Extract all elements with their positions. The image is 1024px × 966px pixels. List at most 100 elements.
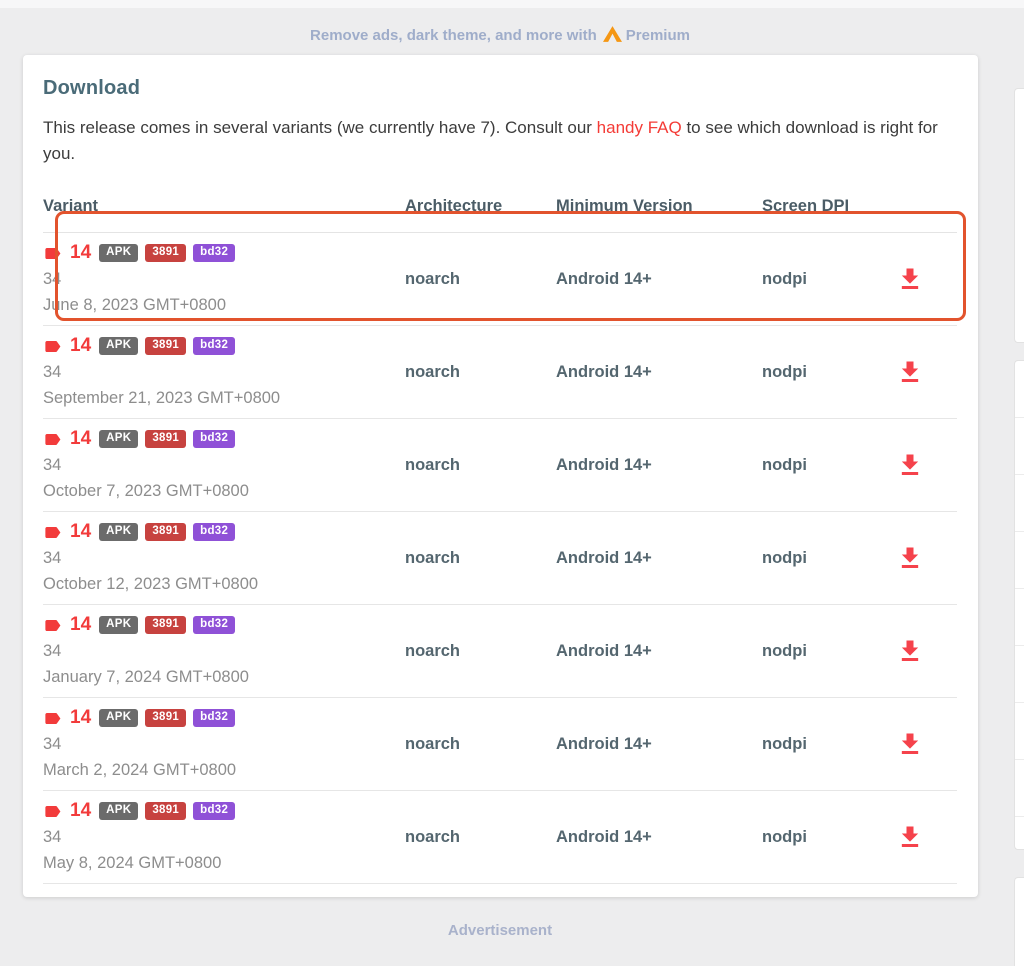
intro-before: This release comes in several variants (… — [43, 118, 597, 137]
minimum-version-value: Android 14+ — [556, 456, 762, 475]
variant-cell: 14 APK 3891 bd32 34 October 7, 2023 GMT+… — [43, 419, 405, 511]
badge-line: 14 APK 3891 bd32 — [43, 705, 405, 731]
architecture-value: noarch — [405, 363, 556, 382]
table-row: 14 APK 3891 bd32 34 September 21, 2023 G… — [43, 326, 957, 419]
build-number-badge: 3891 — [145, 523, 186, 542]
top-strip — [0, 0, 1024, 8]
architecture-value: noarch — [405, 735, 556, 754]
architecture-value: noarch — [405, 549, 556, 568]
download-cell — [896, 544, 957, 572]
build-number-badge: 3891 — [145, 802, 186, 821]
table-row: 14 APK 3891 bd32 34 October 12, 2023 GMT… — [43, 512, 957, 605]
apk-type-badge: APK — [99, 523, 138, 542]
download-card: Download This release comes in several v… — [23, 55, 978, 897]
build-number-badge: 3891 — [145, 616, 186, 635]
architecture-value: noarch — [405, 270, 556, 289]
table-header-row: Variant Architecture Minimum Version Scr… — [43, 197, 957, 233]
variant-cell: 14 APK 3891 bd32 34 October 12, 2023 GMT… — [43, 512, 405, 604]
download-cell — [896, 823, 957, 851]
api-level: 34 — [43, 638, 405, 664]
tag-icon — [43, 802, 62, 821]
hash-badge: bd32 — [193, 244, 235, 263]
architecture-value: noarch — [405, 828, 556, 847]
release-date: March 2, 2024 GMT+0800 — [43, 757, 405, 783]
api-level: 34 — [43, 359, 405, 385]
download-button[interactable] — [896, 823, 924, 851]
table-row: 14 APK 3891 bd32 34 March 2, 2024 GMT+08… — [43, 698, 957, 791]
right-edge-card-bottom — [1014, 877, 1024, 966]
download-button[interactable] — [896, 358, 924, 386]
release-date: January 7, 2024 GMT+0800 — [43, 664, 405, 690]
apk-type-badge: APK — [99, 337, 138, 356]
hash-badge: bd32 — [193, 709, 235, 728]
api-level: 34 — [43, 731, 405, 757]
apk-type-badge: APK — [99, 244, 138, 263]
screen-dpi-value: nodpi — [762, 456, 896, 475]
premium-banner-brand: Premium — [626, 27, 690, 44]
variant-version-link[interactable]: 14 — [70, 335, 91, 357]
build-number-badge: 3891 — [145, 337, 186, 356]
minimum-version-value: Android 14+ — [556, 549, 762, 568]
variant-version-link[interactable]: 14 — [70, 707, 91, 729]
minimum-version-value: Android 14+ — [556, 642, 762, 661]
screen-dpi-value: nodpi — [762, 828, 896, 847]
apk-type-badge: APK — [99, 802, 138, 821]
variant-cell: 14 APK 3891 bd32 34 June 8, 2023 GMT+080… — [43, 233, 405, 325]
screen-dpi-value: nodpi — [762, 363, 896, 382]
release-date: October 7, 2023 GMT+0800 — [43, 478, 405, 504]
variant-version-link[interactable]: 14 — [70, 614, 91, 636]
download-cell — [896, 730, 957, 758]
download-button[interactable] — [896, 544, 924, 572]
hash-badge: bd32 — [193, 430, 235, 449]
architecture-value: noarch — [405, 642, 556, 661]
variant-version-link[interactable]: 14 — [70, 242, 91, 264]
minimum-version-value: Android 14+ — [556, 735, 762, 754]
intro-text: This release comes in several variants (… — [43, 115, 948, 167]
download-button[interactable] — [896, 730, 924, 758]
badge-line: 14 APK 3891 bd32 — [43, 333, 405, 359]
variant-version-link[interactable]: 14 — [70, 800, 91, 822]
tag-icon — [43, 616, 62, 635]
release-date: June 8, 2023 GMT+0800 — [43, 292, 405, 318]
minimum-version-value: Android 14+ — [556, 828, 762, 847]
api-level: 34 — [43, 266, 405, 292]
badge-line: 14 APK 3891 bd32 — [43, 612, 405, 638]
build-number-badge: 3891 — [145, 709, 186, 728]
table-row: 14 APK 3891 bd32 34 October 7, 2023 GMT+… — [43, 419, 957, 512]
download-cell — [896, 265, 957, 293]
premium-banner-text: Remove ads, dark theme, and more with — [310, 27, 597, 44]
hash-badge: bd32 — [193, 337, 235, 356]
variant-version-link[interactable]: 14 — [70, 521, 91, 543]
tag-icon — [43, 244, 62, 263]
variant-version-link[interactable]: 14 — [70, 428, 91, 450]
download-button[interactable] — [896, 265, 924, 293]
premium-banner-link[interactable]: Remove ads, dark theme, and more with Pre… — [0, 26, 1000, 46]
apk-type-badge: APK — [99, 430, 138, 449]
badge-line: 14 APK 3891 bd32 — [43, 519, 405, 545]
variant-cell: 14 APK 3891 bd32 34 January 7, 2024 GMT+… — [43, 605, 405, 697]
table-row: 14 APK 3891 bd32 34 January 7, 2024 GMT+… — [43, 605, 957, 698]
build-number-badge: 3891 — [145, 244, 186, 263]
faq-link[interactable]: handy FAQ — [597, 118, 682, 137]
build-number-badge: 3891 — [145, 430, 186, 449]
advertisement-label: Advertisement — [0, 922, 1000, 939]
apkmirror-logo-icon — [603, 26, 622, 46]
header-variant: Variant — [43, 197, 405, 216]
tag-icon — [43, 430, 62, 449]
download-cell — [896, 358, 957, 386]
download-button[interactable] — [896, 451, 924, 479]
tag-icon — [43, 337, 62, 356]
screen-dpi-value: nodpi — [762, 270, 896, 289]
badge-line: 14 APK 3891 bd32 — [43, 426, 405, 452]
table-row: 14 APK 3891 bd32 34 May 8, 2024 GMT+0800… — [43, 791, 957, 884]
api-level: 34 — [43, 824, 405, 850]
screen-dpi-value: nodpi — [762, 549, 896, 568]
download-button[interactable] — [896, 637, 924, 665]
screen-dpi-value: nodpi — [762, 735, 896, 754]
minimum-version-value: Android 14+ — [556, 363, 762, 382]
hash-badge: bd32 — [193, 523, 235, 542]
apk-type-badge: APK — [99, 616, 138, 635]
header-architecture: Architecture — [405, 197, 556, 216]
hash-badge: bd32 — [193, 616, 235, 635]
api-level: 34 — [43, 452, 405, 478]
